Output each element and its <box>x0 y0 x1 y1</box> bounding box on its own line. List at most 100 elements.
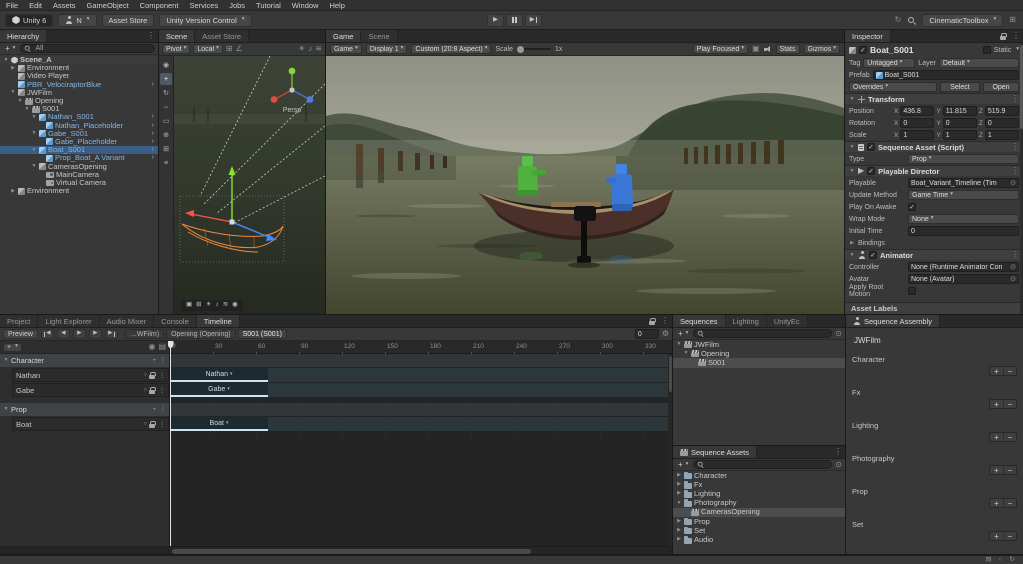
hierarchy-item-nathan-placeholder[interactable]: Nathan_Placeholder › <box>0 122 158 130</box>
asset-item-photography[interactable]: ▼ Photography <box>673 499 845 508</box>
open-button[interactable]: Open <box>983 82 1019 92</box>
sequence-item-opening[interactable]: ▼ Opening <box>673 349 845 358</box>
tab-audio-mixer[interactable]: Audio Mixer <box>99 315 155 327</box>
scale-y-field[interactable]: 1 <box>942 130 977 140</box>
play-button[interactable]: ▶ <box>487 13 504 27</box>
asset-item-prop[interactable]: ▶ Prop <box>673 517 845 526</box>
current-frame-field[interactable]: 0 <box>634 329 659 339</box>
component-enabled-toggle[interactable] <box>867 143 875 151</box>
timeline-lanes[interactable]: 0 30 60 90 120 150 180 210 240 270 300 330 Nathan ▾ G… <box>170 341 672 546</box>
prefab-open-icon[interactable]: › <box>152 154 156 162</box>
timeline-playhead[interactable] <box>170 341 171 546</box>
timeline-settings-icon[interactable]: ⚙ <box>662 330 669 338</box>
foldout-icon[interactable]: ▼ <box>3 57 9 63</box>
version-control-dropdown[interactable]: Unity Version Control ▾ <box>159 13 252 27</box>
help-icon[interactable]: ⊙ <box>835 329 842 338</box>
prefab-open-icon[interactable]: › <box>152 122 156 130</box>
avatar-field[interactable]: None (Avatar) ⊙ <box>908 274 1019 284</box>
asset-item-character[interactable]: ▶ Character <box>673 471 845 480</box>
record-icon[interactable]: ○ <box>143 387 147 393</box>
tab-timeline[interactable]: Timeline <box>196 315 240 327</box>
timeline-lock-icon[interactable] <box>649 317 656 325</box>
remove-button[interactable]: − <box>1003 367 1016 375</box>
pivot-dropdown[interactable]: Pivot ▾ <box>162 44 191 54</box>
clip-menu-icon[interactable]: ▾ <box>227 386 230 392</box>
add-button[interactable]: + <box>990 532 1003 540</box>
lock-icon[interactable] <box>149 420 156 428</box>
add-track-button[interactable]: + ▾ <box>3 342 22 352</box>
handle-orientation-dropdown[interactable]: Local ▾ <box>193 44 223 54</box>
hierarchy-item-jwfilm[interactable]: ▼ JWFilm <box>0 89 158 97</box>
next-frame-button[interactable]: ▶ <box>88 329 102 339</box>
wrap-mode-dropdown[interactable]: None ▾ <box>908 214 1019 224</box>
animator-component-header[interactable]: ▼ Animator ⋮ <box>845 249 1023 261</box>
rotation-snap-icon[interactable]: ∠ <box>236 45 243 53</box>
hierarchy-item-boat-s001[interactable]: ▼ Boat_S001 › <box>0 146 158 155</box>
overlay-gizmo-icon[interactable]: ◉ <box>232 302 238 309</box>
game-menu-dropdown[interactable]: Game ▾ <box>330 44 362 54</box>
foldout-icon[interactable]: ▼ <box>31 147 37 153</box>
timeline-group-prop[interactable]: ▼ Prop + ⋮ <box>0 403 169 416</box>
active-toggle[interactable] <box>859 46 867 54</box>
foldout-icon[interactable]: ▶ <box>676 537 682 542</box>
group-menu-icon[interactable]: ⋮ <box>160 406 166 413</box>
assets-search-input[interactable] <box>693 460 833 469</box>
asset-item-camerasopening[interactable]: CamerasOpening <box>673 507 845 517</box>
menu-item-help[interactable]: Help <box>329 1 344 10</box>
overrides-dropdown[interactable]: Overrides ▾ <box>849 82 937 92</box>
hierarchy-menu-icon[interactable]: ⋮ <box>144 30 158 42</box>
previous-frame-button[interactable]: ◀ <box>56 329 70 339</box>
timeline-track-boat[interactable]: Boat ○ ⋮ <box>12 417 169 431</box>
add-button[interactable]: + <box>990 367 1003 375</box>
scene-audio-icon[interactable]: ♪ <box>308 45 312 53</box>
playable-director-component-header[interactable]: ▼ ▶ Playable Director ⋮ <box>845 165 1023 177</box>
foldout-icon[interactable]: ▼ <box>676 500 682 506</box>
foldout-icon[interactable]: ▶ <box>676 528 682 533</box>
console-status-icon[interactable]: ▤ <box>985 556 991 564</box>
foldout-icon[interactable]: ▶ <box>676 473 682 478</box>
hierarchy-item-video-player[interactable]: Video Player <box>0 72 158 80</box>
foldout-icon[interactable]: ▶ <box>676 491 682 496</box>
menu-item-window[interactable]: Window <box>292 1 319 10</box>
layer-dropdown[interactable]: Default ▾ <box>938 58 1019 68</box>
inspector-lock-icon[interactable] <box>1000 32 1007 40</box>
inspector-menu-icon[interactable]: ⋮ <box>1009 30 1023 42</box>
scene-lighting-icon[interactable]: ☀ <box>298 45 305 53</box>
menu-item-tutorial[interactable]: Tutorial <box>256 1 281 10</box>
activity-indicator-icon[interactable]: ↻ <box>1010 556 1015 564</box>
tag-dropdown[interactable]: Untagged ▾ <box>863 58 916 68</box>
remove-button[interactable]: − <box>1003 433 1016 441</box>
sequence-asset-component-header[interactable]: ▼ Sequence Asset (Script) ⋮ <box>845 141 1023 153</box>
menu-item-gameobject[interactable]: GameObject <box>87 1 129 10</box>
add-override-icon[interactable]: + <box>152 407 156 413</box>
apply-root-motion-checkbox[interactable] <box>908 287 916 295</box>
timeline-group-character[interactable]: ▼ Character + ⋮ <box>0 354 169 367</box>
hierarchy-item-s001[interactable]: ▼ S001 <box>0 105 158 113</box>
rotation-z-field[interactable]: 0 <box>984 118 1019 128</box>
lock-icon[interactable] <box>149 386 156 394</box>
foldout-icon[interactable]: ▶ <box>10 65 16 71</box>
asset-labels-header[interactable]: Asset Labels <box>845 302 1023 314</box>
menu-item-services[interactable]: Services <box>189 1 218 10</box>
scene-viewport[interactable]: ◉ + ↻ ⇔ ▭ ⊕ ⊞ ≡ Persp ▣ ⊞ ☀ ♪ ≋ ◉ <box>159 56 325 314</box>
remove-button[interactable]: − <box>1003 400 1016 408</box>
foldout-icon[interactable]: ▼ <box>17 98 23 104</box>
gameobject-name-field[interactable]: Boat_S001 <box>870 45 913 55</box>
foldout-icon[interactable]: ▼ <box>676 342 682 347</box>
menu-item-component[interactable]: Component <box>140 1 179 10</box>
foldout-icon[interactable]: ▼ <box>3 358 9 363</box>
sequence-item-s001[interactable]: S001 <box>673 358 845 368</box>
cache-status-icon[interactable]: ○ <box>999 556 1003 564</box>
tab-scene[interactable]: Scene <box>159 30 196 42</box>
view-tool-icon[interactable]: ◉ <box>160 59 172 71</box>
timeline-clip-gabe[interactable]: Gabe ▾ <box>170 383 268 397</box>
group-menu-icon[interactable]: ⋮ <box>160 357 166 364</box>
scene-fx-icon[interactable]: ≋ <box>315 45 322 53</box>
mute-audio-icon[interactable] <box>763 45 772 53</box>
foldout-icon[interactable]: ▼ <box>849 96 855 102</box>
sequence-item-jwfilm[interactable]: ▼ JWFilm <box>673 340 845 349</box>
scale-z-field[interactable]: 1 <box>984 130 1019 140</box>
position-z-field[interactable]: 515.9 <box>984 106 1019 116</box>
prefab-open-icon[interactable]: › <box>152 130 156 138</box>
overlay-grid-icon[interactable]: ⊞ <box>196 302 201 309</box>
